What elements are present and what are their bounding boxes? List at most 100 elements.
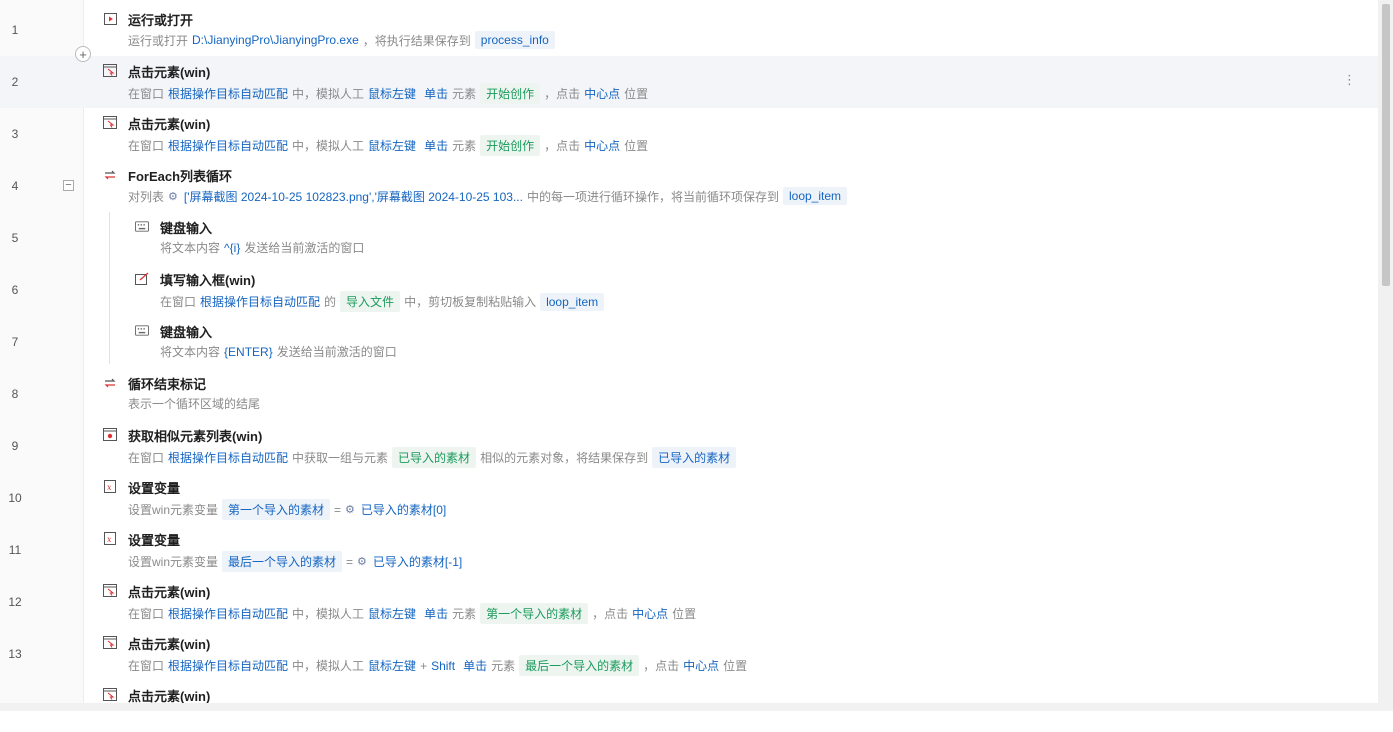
variable-tag[interactable]: 最后一个导入的素材 [222,551,343,572]
param-value[interactable]: 根据操作目标自动匹配 [168,137,288,154]
desc-text: 元素 [491,659,516,673]
flow-step-row[interactable]: 5 键盘输入 将文本内容 ^{i} 发送给当前激活的窗口 [0,212,1378,264]
param-value[interactable]: 鼠标左键 [368,85,416,102]
variable-icon: x [103,532,117,545]
keyboard-icon [135,220,149,233]
element-tag[interactable]: 导入文件 [340,291,401,312]
similar-elements-icon [103,428,117,441]
desc-text: 中，剪切板复制粘贴输入 [404,295,537,309]
param-value[interactable]: {ENTER} [224,345,273,359]
step-description: 设置win元素变量 最后一个导入的素材 = ⚙ 已导入的素材[-1] [128,551,466,572]
flow-step-row[interactable]: 13 点击元素(win) 在窗口 根据操作目标自动匹配 中，模拟人工 鼠标左键 + Shift… [0,628,1378,680]
flow-step-row[interactable]: 8 循环结束标记 表示一个循环区域的结尾 [0,368,1378,420]
desc-text: 的 [324,295,337,309]
flow-step-row[interactable]: 2 点击元素(win) 在窗口 根据操作目标自动匹配 中，模拟人工 鼠标左键 单击 元素 开始创… [0,56,1378,108]
flow-step-row[interactable]: 12 点击元素(win) 在窗口 根据操作目标自动匹配 中，模拟人工 鼠标左键 单击 元素 第一… [0,576,1378,628]
desc-text: 中的每一项进行循环操作，将当前循环项保存到 [526,189,779,204]
step-description: 在窗口 根据操作目标自动匹配 中，模拟人工 鼠标左键 单击 元素 开始创作 ，点击 中心点 位置 [128,135,648,156]
scrollbar-thumb[interactable] [1382,4,1390,286]
param-value[interactable]: ['屏幕截图 2024-10-25 102823.png','屏幕截图 2024… [184,188,523,205]
param-value[interactable]: 单击 [463,657,487,674]
flow-step-row[interactable]: 4 ForEach列表循环 对列表 ⚙ ['屏幕截图 2024-10-25 102823… [0,160,1378,212]
flow-step-row[interactable]: 11 x 设置变量 设置win元素变量 最后一个导入的素材 = ⚙ 已导入的素材[-1] [0,524,1378,576]
click-element-icon [103,64,117,77]
flow-step-row[interactable]: 9 获取相似元素列表(win) 在窗口 根据操作目标自动匹配 中获取一组与元素 已导入的素… [0,420,1378,472]
element-tag[interactable]: 已导入的素材 [392,447,477,468]
param-value[interactable]: ^{i} [224,241,240,255]
step-title: 点击元素(win) [128,65,211,80]
param-value[interactable]: 根据操作目标自动匹配 [200,293,320,310]
desc-text: 设置win元素变量 [128,503,219,517]
desc-text: 中获取一组与元素 [292,451,389,465]
desc-text: 表示一个循环区域的结尾 [128,397,261,411]
keyboard-icon [135,324,149,337]
param-value[interactable]: 单击 [424,137,448,154]
variable-tag[interactable]: process_info [474,31,555,49]
param-value[interactable]: 根据操作目标自动匹配 [168,449,288,466]
flow-step-row[interactable]: 10 x 设置变量 设置win元素变量 第一个导入的素材 = ⚙ 已导入的素材[0] [0,472,1378,524]
param-value[interactable]: 已导入的素材[0] [361,501,446,518]
param-value[interactable]: 鼠标左键 [368,657,416,674]
param-value[interactable]: 根据操作目标自动匹配 [168,657,288,674]
step-description: 表示一个循环区域的结尾 [128,395,260,412]
step-title: 键盘输入 [160,325,213,340]
desc-text: 发送给当前激活的窗口 [244,241,365,255]
collapse-loop-button[interactable]: − [63,180,74,191]
desc-text: 中，模拟人工 [292,659,365,673]
variable-tag[interactable]: 已导入的素材 [652,447,737,468]
desc-text: 中，模拟人工 [292,87,365,101]
param-value[interactable]: D:\JianyingPro\JianyingPro.exe [192,33,359,47]
flow-step-row[interactable]: 6 填写输入框(win) 在窗口 根据操作目标自动匹配的导入文件 中，剪切板复制粘贴输入… [0,264,1378,316]
param-value[interactable]: 鼠标左键 [368,605,416,622]
step-description: 设置win元素变量 第一个导入的素材 = ⚙ 已导入的素材[0] [128,499,450,520]
expression-icon: ⚙ [357,556,367,568]
element-tag[interactable]: 开始创作 [480,135,541,156]
param-value[interactable]: 中心点 [683,657,719,674]
line-number: 3 [11,127,19,141]
step-title: 运行或打开 [128,13,194,28]
desc-text: 设置win元素变量 [128,555,219,569]
param-value[interactable]: 单击 [424,85,448,102]
param-value[interactable]: 根据操作目标自动匹配 [168,605,288,622]
loop-indent-guide [109,212,110,364]
flow-step-list: 1 运行或打开 运行或打开 D:\JianyingPro\JianyingPro.ex… [0,4,1378,732]
param-value[interactable]: 鼠标左键 [368,137,416,154]
step-title: 获取相似元素列表(win) [128,429,263,444]
flow-step-row[interactable]: 3 点击元素(win) 在窗口 根据操作目标自动匹配 中，模拟人工 鼠标左键 单击 元素 开始创… [0,108,1378,160]
step-description: 对列表 ⚙ ['屏幕截图 2024-10-25 102823.png','屏幕截图 … [128,187,851,205]
param-value[interactable]: 中心点 [584,85,620,102]
desc-text: 位置 [624,87,649,101]
line-number: 13 [8,647,22,661]
click-element-icon [103,636,117,649]
expression-icon: ⚙ [345,504,355,516]
line-number: 8 [11,387,19,401]
horizontal-scrollbar[interactable] [0,703,1378,711]
svg-text:x: x [107,535,112,544]
param-value[interactable]: 单击 [424,605,448,622]
step-description: 在窗口 根据操作目标自动匹配 中获取一组与元素 已导入的素材 相似的元素对象，将结果保存… [128,447,740,468]
param-value[interactable]: Shift [431,659,455,673]
param-value[interactable]: 中心点 [632,605,668,622]
flow-step-row[interactable]: 7 键盘输入 将文本内容 {ENTER} 发送给当前激活的窗口 [0,316,1378,368]
line-number: 9 [11,439,19,453]
param-value[interactable]: 中心点 [584,137,620,154]
param-value[interactable]: 根据操作目标自动匹配 [168,85,288,102]
variable-tag[interactable]: 第一个导入的素材 [222,499,331,520]
add-step-button[interactable]: + [75,46,91,62]
variable-tag[interactable]: loop_item [782,187,848,205]
line-number: 2 [11,75,19,89]
desc-text: 元素 [452,87,477,101]
vertical-scrollbar[interactable] [1378,0,1393,711]
desc-text: 位置 [672,607,697,621]
flow-step-row[interactable]: 1 运行或打开 运行或打开 D:\JianyingPro\JianyingPro.ex… [0,4,1378,56]
more-options-icon[interactable]: ⋮ [1343,73,1356,86]
element-tag[interactable]: 开始创作 [480,83,541,104]
element-tag[interactable]: 最后一个导入的素材 [519,655,640,676]
element-tag[interactable]: 第一个导入的素材 [480,603,589,624]
step-description: 在窗口 根据操作目标自动匹配 中，模拟人工 鼠标左键 单击 元素 开始创作 ，点击 中心点 位置 [128,83,648,104]
line-number: 4 [11,179,19,193]
desc-text: 位置 [723,659,748,673]
svg-text:x: x [107,483,112,492]
param-value[interactable]: 已导入的素材[-1] [373,553,462,570]
variable-tag[interactable]: loop_item [540,292,605,311]
